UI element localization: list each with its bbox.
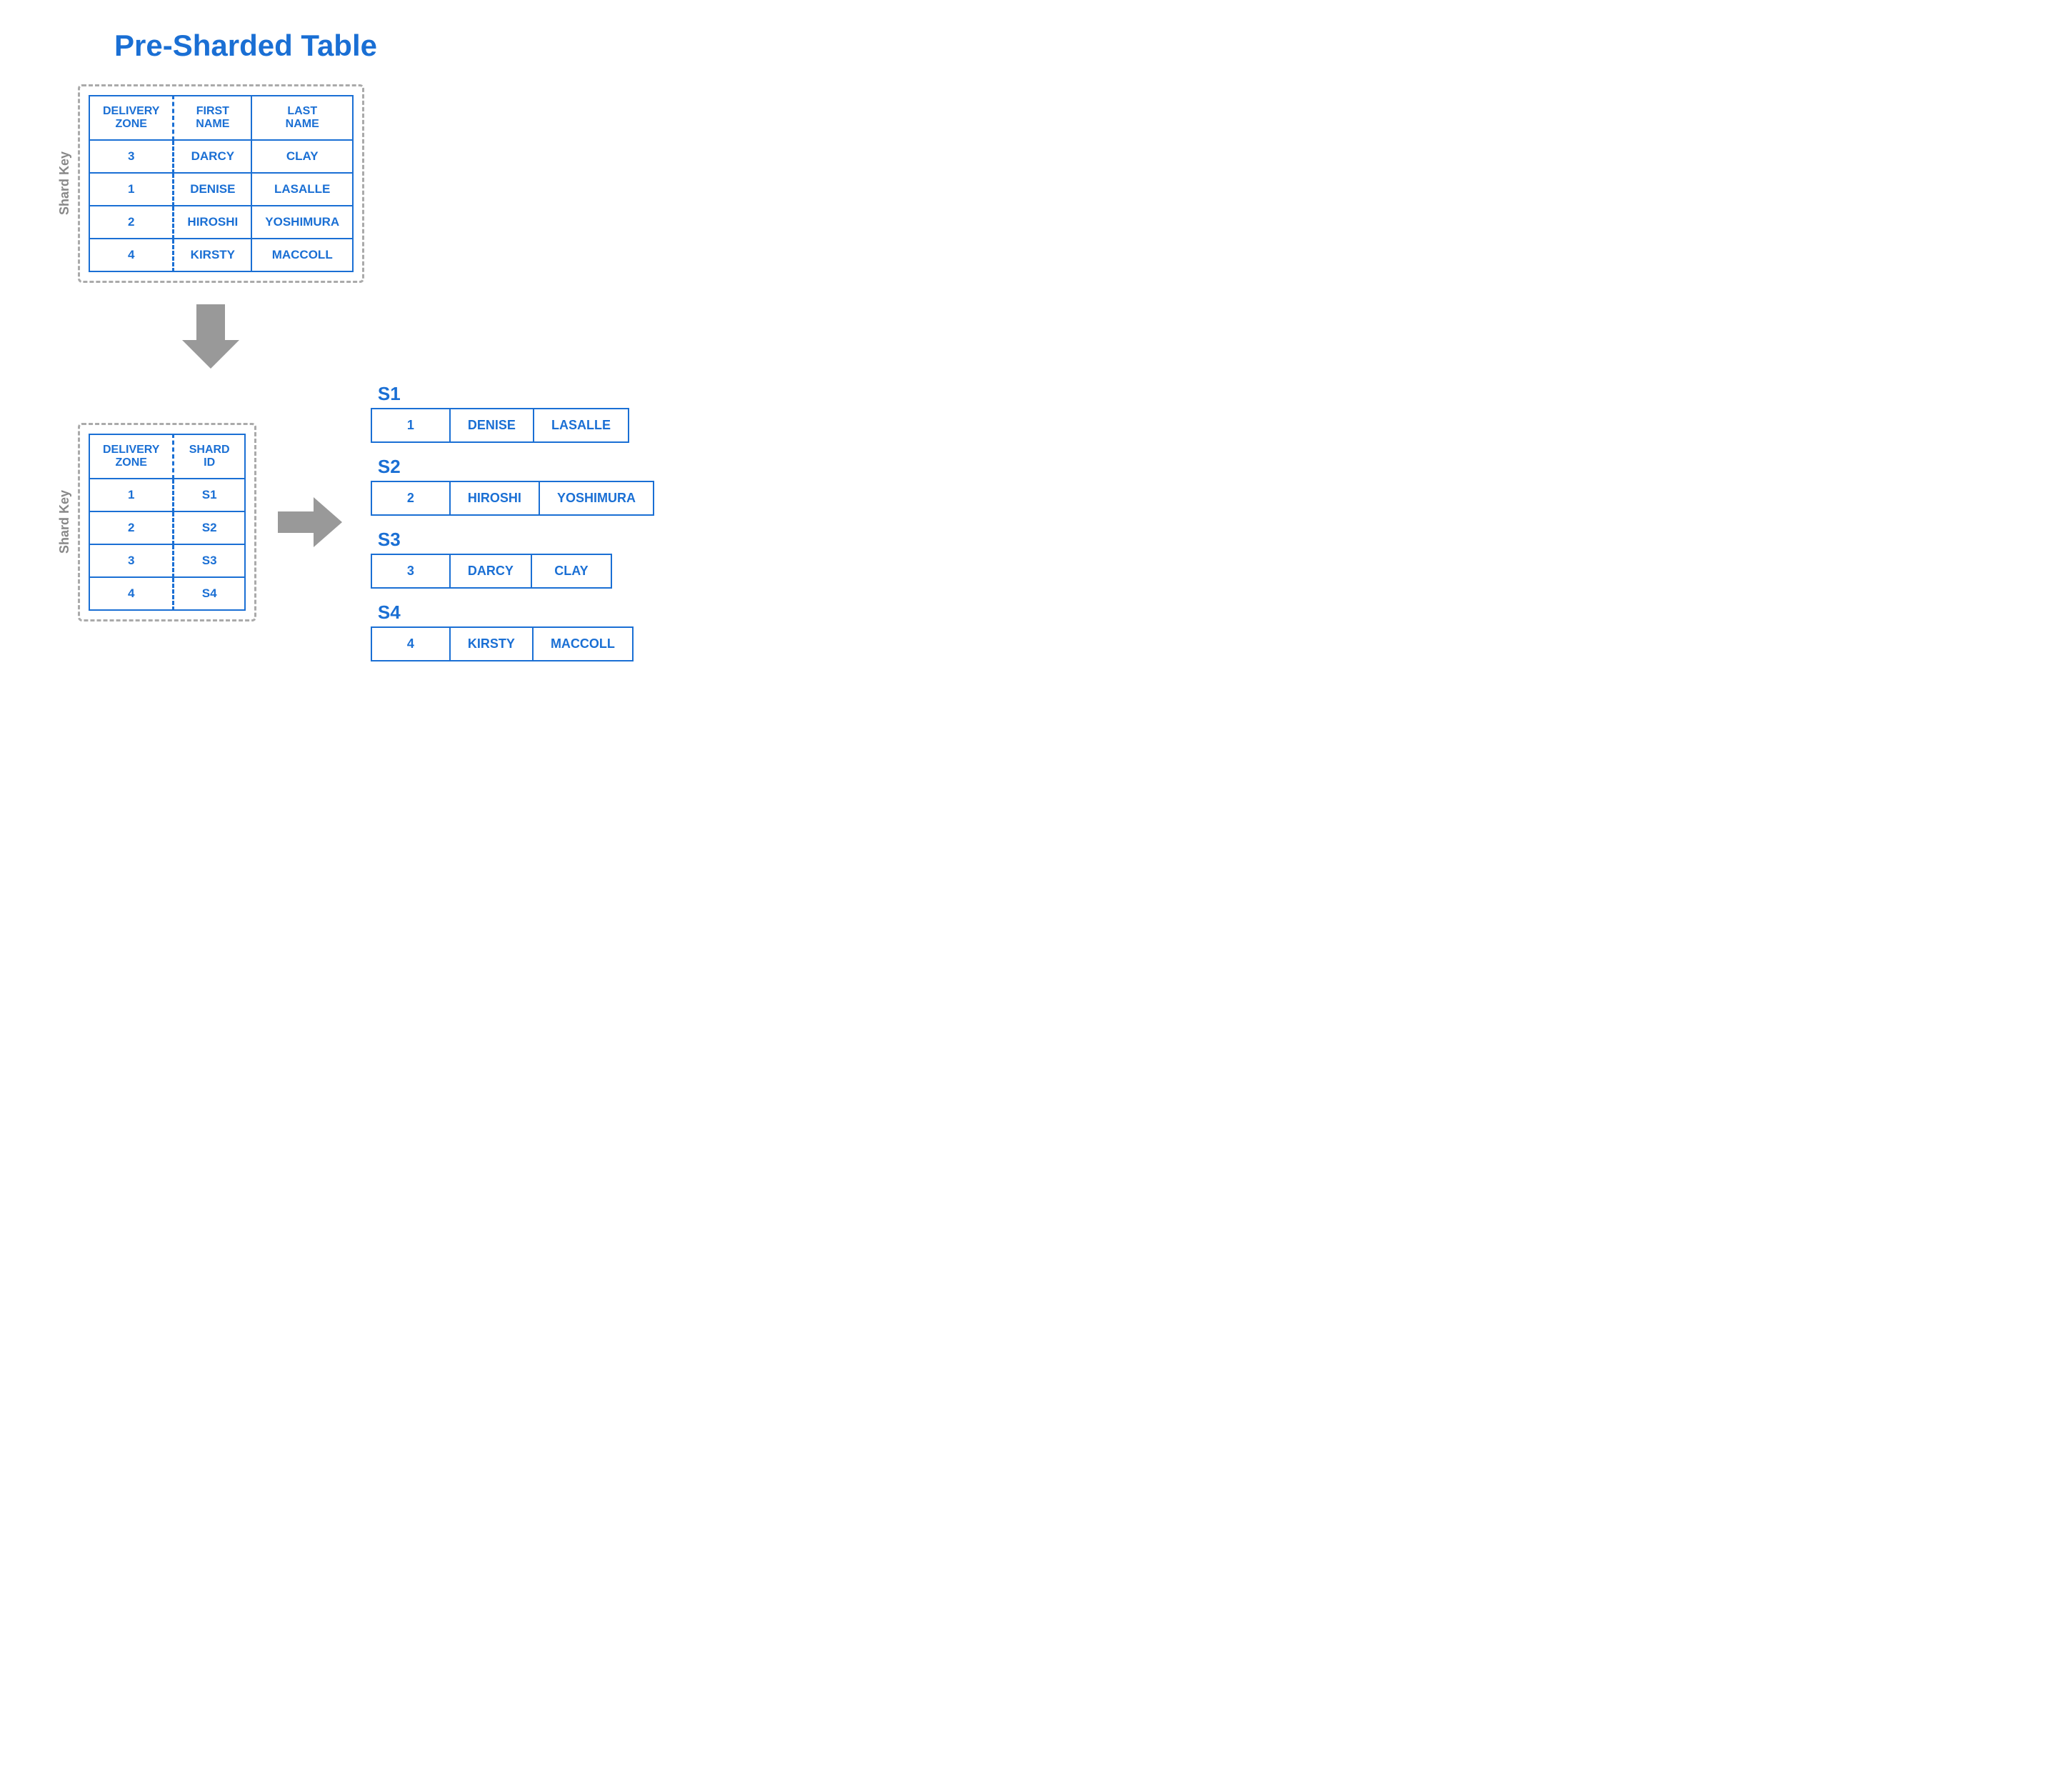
shard-group: S44KIRSTYMACCOLL bbox=[371, 601, 654, 661]
shard-row: 4KIRSTYMACCOLL bbox=[371, 626, 634, 661]
shard-cell: MACCOLL bbox=[534, 628, 632, 660]
shard-key-label-bottom: Shard Key bbox=[57, 490, 72, 554]
shard-cell: LASALLE bbox=[534, 409, 628, 441]
table-row: 3 bbox=[89, 544, 174, 577]
table-row: S4 bbox=[174, 577, 245, 610]
table-row: DARCY bbox=[174, 140, 251, 173]
shard-row: 1DENISELASALLE bbox=[371, 408, 629, 443]
shard-title: S3 bbox=[378, 529, 401, 551]
table-row: 3 bbox=[89, 140, 174, 173]
col-header-shard-id: SHARDID bbox=[174, 434, 245, 479]
shard-cell: 1 bbox=[372, 409, 451, 441]
table-row: 1 bbox=[89, 479, 174, 511]
shard-title: S2 bbox=[378, 456, 401, 478]
arrow-right-icon bbox=[278, 497, 342, 547]
shard-row: 3DARCYCLAY bbox=[371, 554, 612, 589]
shard-cell: 2 bbox=[372, 482, 451, 514]
table-row: CLAY bbox=[251, 140, 353, 173]
arrow-down-container bbox=[86, 304, 336, 369]
shard-title: S4 bbox=[378, 601, 401, 624]
shard-cell: CLAY bbox=[532, 555, 611, 587]
table-row: KIRSTY bbox=[174, 239, 251, 271]
shard-cell: HIROSHI bbox=[451, 482, 540, 514]
left-bottom: Shard Key DELIVERYZONE SHARDID 1S12S23S3… bbox=[57, 423, 256, 621]
table-row: YOSHIMURA bbox=[251, 206, 353, 239]
top-dashed-box: DELIVERYZONE FIRSTNAME LASTNAME 3DARCYCL… bbox=[78, 84, 364, 283]
table-row: 2 bbox=[89, 206, 174, 239]
table-row: 4 bbox=[89, 239, 174, 271]
arrow-down-icon bbox=[182, 304, 239, 369]
table-row: 2 bbox=[89, 511, 174, 544]
col-header-last-name: LASTNAME bbox=[251, 96, 353, 140]
shard-key-label-top: Shard Key bbox=[57, 151, 72, 215]
shard-group: S1 1DENISELASALLE bbox=[371, 383, 654, 443]
shard-group: S3 3DARCYCLAY bbox=[371, 529, 654, 589]
shards-section: S1 1DENISELASALLE S2 2HIROSHIYOSHIMURA S3 3DA… bbox=[371, 383, 654, 661]
shard-cell: 4 bbox=[372, 628, 451, 660]
bottom-dashed-box: DELIVERYZONE SHARDID 1S12S23S34S4 bbox=[78, 423, 256, 621]
shard-mapping-table: DELIVERYZONE SHARDID 1S12S23S34S4 bbox=[89, 434, 246, 611]
col-header-delivery-zone: DELIVERYZONE bbox=[89, 96, 174, 140]
table-row: MACCOLL bbox=[251, 239, 353, 271]
col-header-first-name: FIRSTNAME bbox=[174, 96, 251, 140]
bottom-section: Shard Key DELIVERYZONE SHARDID 1S12S23S3… bbox=[29, 383, 800, 661]
table-row: LASALLE bbox=[251, 173, 353, 206]
col-header-delivery-zone-2: DELIVERYZONE bbox=[89, 434, 174, 479]
table-row: S1 bbox=[174, 479, 245, 511]
shard-group: S2 2HIROSHIYOSHIMURA bbox=[371, 456, 654, 516]
shard-cell: DARCY bbox=[451, 555, 532, 587]
table-row: 4 bbox=[89, 577, 174, 610]
table-row: HIROSHI bbox=[174, 206, 251, 239]
page-title: Pre-Sharded Table bbox=[114, 29, 800, 63]
top-section: Shard Key DELIVERYZONE FIRSTNAME LASTNAM… bbox=[57, 84, 800, 283]
pre-sharded-table: DELIVERYZONE FIRSTNAME LASTNAME 3DARCYCL… bbox=[89, 95, 354, 272]
shard-cell: DENISE bbox=[451, 409, 534, 441]
shard-row: 2HIROSHIYOSHIMURA bbox=[371, 481, 654, 516]
shard-cell: KIRSTY bbox=[451, 628, 534, 660]
table-row: S2 bbox=[174, 511, 245, 544]
shard-cell: 3 bbox=[372, 555, 451, 587]
table-row: S3 bbox=[174, 544, 245, 577]
shard-title: S1 bbox=[378, 383, 401, 405]
table-row: DENISE bbox=[174, 173, 251, 206]
table-row: 1 bbox=[89, 173, 174, 206]
shard-cell: YOSHIMURA bbox=[540, 482, 653, 514]
